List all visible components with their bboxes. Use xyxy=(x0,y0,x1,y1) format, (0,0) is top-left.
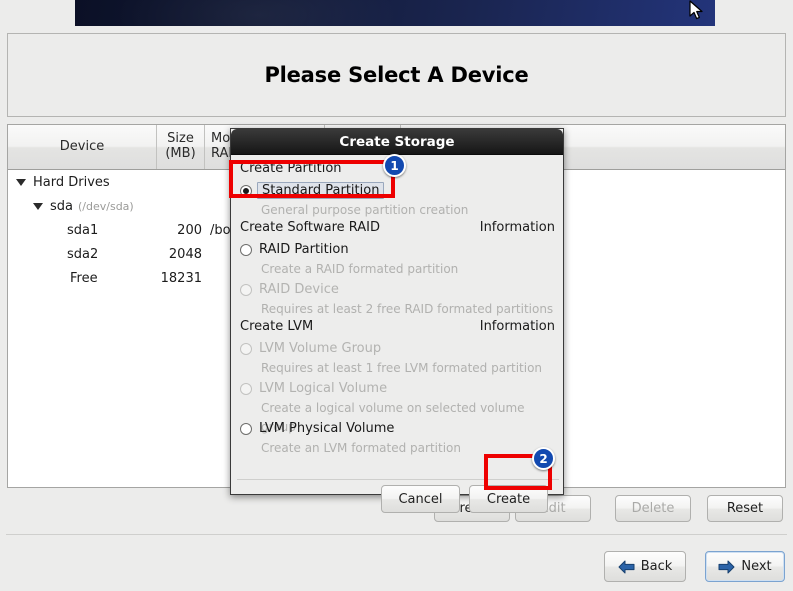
step-badge-2: 2 xyxy=(532,447,555,470)
device-name: sda2 xyxy=(67,247,98,262)
title-panel: Please Select A Device xyxy=(7,33,786,117)
option-description: Create a RAID formated partition xyxy=(231,260,563,279)
back-button[interactable]: Back xyxy=(604,551,686,582)
device-name: sda1 xyxy=(67,223,98,238)
option-raid-device: RAID Device xyxy=(231,279,563,300)
device-path: (/dev/sda) xyxy=(78,200,134,213)
option-lvm-volume-group: LVM Volume Group xyxy=(231,338,563,359)
page-title: Please Select A Device xyxy=(264,63,528,87)
section-title: Create Software RAID xyxy=(240,220,380,235)
dialog-create-button[interactable]: Create xyxy=(469,485,548,513)
device-name: Hard Drives xyxy=(33,175,110,190)
option-description: Create an LVM formated partition xyxy=(231,439,563,458)
option-label: LVM Physical Volume xyxy=(259,421,394,436)
radio-lvm-volume-group xyxy=(240,343,252,355)
delete-button: Delete xyxy=(615,495,691,522)
table-cell-device: Free xyxy=(8,271,156,286)
footer-divider xyxy=(6,534,787,535)
header-banner xyxy=(75,0,715,26)
arrow-right-icon xyxy=(718,560,735,574)
dialog-body: Create Partition Standard Partition Gene… xyxy=(231,155,563,495)
column-header-device[interactable]: Device xyxy=(8,125,156,169)
mouse-cursor xyxy=(689,0,705,26)
device-name: sda xyxy=(50,199,73,214)
section-info-label[interactable]: Information xyxy=(480,220,555,235)
dialog-buttons: Cancel Create xyxy=(231,485,565,519)
table-cell-device: sda1 xyxy=(8,223,156,238)
section-title: Create Partition xyxy=(240,161,342,176)
section-info-label[interactable]: Information xyxy=(480,319,555,334)
table-cell-device: sda (/dev/sda) xyxy=(8,199,156,214)
option-label: Standard Partition xyxy=(257,182,384,199)
wizard-navigation: Back Next xyxy=(0,551,793,585)
radio-standard-partition[interactable] xyxy=(240,185,252,197)
section-header-create-lvm: Create LVM Information xyxy=(231,319,563,338)
create-storage-dialog: Create Storage Create Partition Standard… xyxy=(230,128,564,495)
triangle-down-icon[interactable] xyxy=(16,179,26,186)
arrow-left-icon xyxy=(618,560,635,574)
dialog-titlebar: Create Storage xyxy=(231,129,563,155)
table-cell-size: 2048 xyxy=(156,247,204,262)
next-button-label: Next xyxy=(741,559,771,574)
column-header-device-label: Device xyxy=(60,140,104,155)
radio-raid-device xyxy=(240,284,252,296)
dialog-title: Create Storage xyxy=(339,134,454,150)
option-label: LVM Volume Group xyxy=(259,341,381,356)
triangle-down-icon[interactable] xyxy=(33,203,43,210)
device-name: Free xyxy=(70,271,98,286)
radio-lvm-logical-volume xyxy=(240,383,252,395)
column-header-size[interactable]: Size (MB) xyxy=(156,125,204,169)
table-cell-device: Hard Drives xyxy=(8,175,156,190)
option-standard-partition[interactable]: Standard Partition xyxy=(231,180,563,201)
step-badge-1: 1 xyxy=(383,154,406,177)
option-lvm-logical-volume: LVM Logical Volume xyxy=(231,378,563,399)
dialog-divider xyxy=(237,479,559,480)
back-button-label: Back xyxy=(641,559,673,574)
option-description: General purpose partition creation xyxy=(231,201,563,220)
table-cell-device: sda2 xyxy=(8,247,156,262)
option-label: LVM Logical Volume xyxy=(259,381,387,396)
column-header-size-unit: (MB) xyxy=(165,147,195,162)
option-label: RAID Device xyxy=(259,282,339,297)
option-description: Requires at least 1 free LVM formated pa… xyxy=(231,359,563,378)
next-button[interactable]: Next xyxy=(705,551,785,582)
option-lvm-physical-volume[interactable]: LVM Physical Volume xyxy=(231,418,563,439)
table-cell-size: 18231 xyxy=(156,271,204,286)
option-label: RAID Partition xyxy=(259,242,349,257)
radio-raid-partition[interactable] xyxy=(240,244,252,256)
reset-button[interactable]: Reset xyxy=(707,495,783,522)
column-header-size-label: Size xyxy=(165,132,195,147)
option-description: Create a logical volume on selected volu… xyxy=(231,399,563,418)
cancel-button[interactable]: Cancel xyxy=(381,485,460,513)
radio-lvm-physical-volume[interactable] xyxy=(240,423,252,435)
option-raid-partition[interactable]: RAID Partition xyxy=(231,239,563,260)
table-cell-size: 200 xyxy=(156,223,204,238)
option-description: Requires at least 2 free RAID formated p… xyxy=(231,300,563,319)
section-title: Create LVM xyxy=(240,319,313,334)
section-header-create-software-raid: Create Software RAID Information xyxy=(231,220,563,239)
